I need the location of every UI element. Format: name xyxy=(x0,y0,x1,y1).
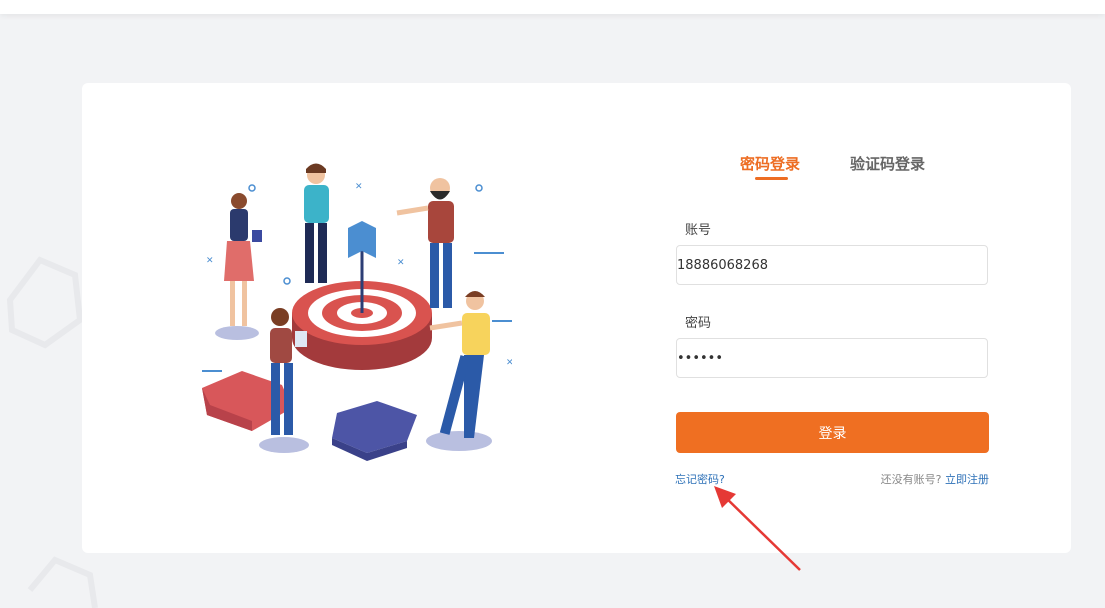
login-tabs: 密码登录 验证码登录 xyxy=(675,143,995,183)
account-input[interactable] xyxy=(676,245,988,285)
tab-code-login[interactable]: 验证码登录 xyxy=(850,153,925,174)
svg-text:✕: ✕ xyxy=(506,358,512,368)
svg-text:✕: ✕ xyxy=(355,182,363,192)
team-target-illustration: ✕ ✕ ✕ ✕ xyxy=(202,163,512,461)
password-input[interactable] xyxy=(676,338,988,378)
login-card: ✕ ✕ ✕ ✕ 密码登录 验证码登录 账号 密码 登录 忘记密码? 还没有账号?… xyxy=(82,83,1071,553)
no-account-text: 还没有账号? xyxy=(880,473,942,486)
top-header-bar xyxy=(0,0,1105,14)
password-label: 密码 xyxy=(685,316,712,331)
active-tab-indicator xyxy=(755,177,788,180)
svg-text:✕: ✕ xyxy=(206,256,214,266)
svg-text:✕: ✕ xyxy=(397,258,405,268)
tab-password-login[interactable]: 密码登录 xyxy=(740,153,800,174)
register-link[interactable]: 立即注册 xyxy=(945,473,989,486)
annotation-arrow-icon xyxy=(714,486,801,571)
register-prompt: 还没有账号? 立即注册 xyxy=(881,471,989,487)
account-label: 账号 xyxy=(685,223,712,238)
login-button[interactable]: 登录 xyxy=(676,412,989,453)
